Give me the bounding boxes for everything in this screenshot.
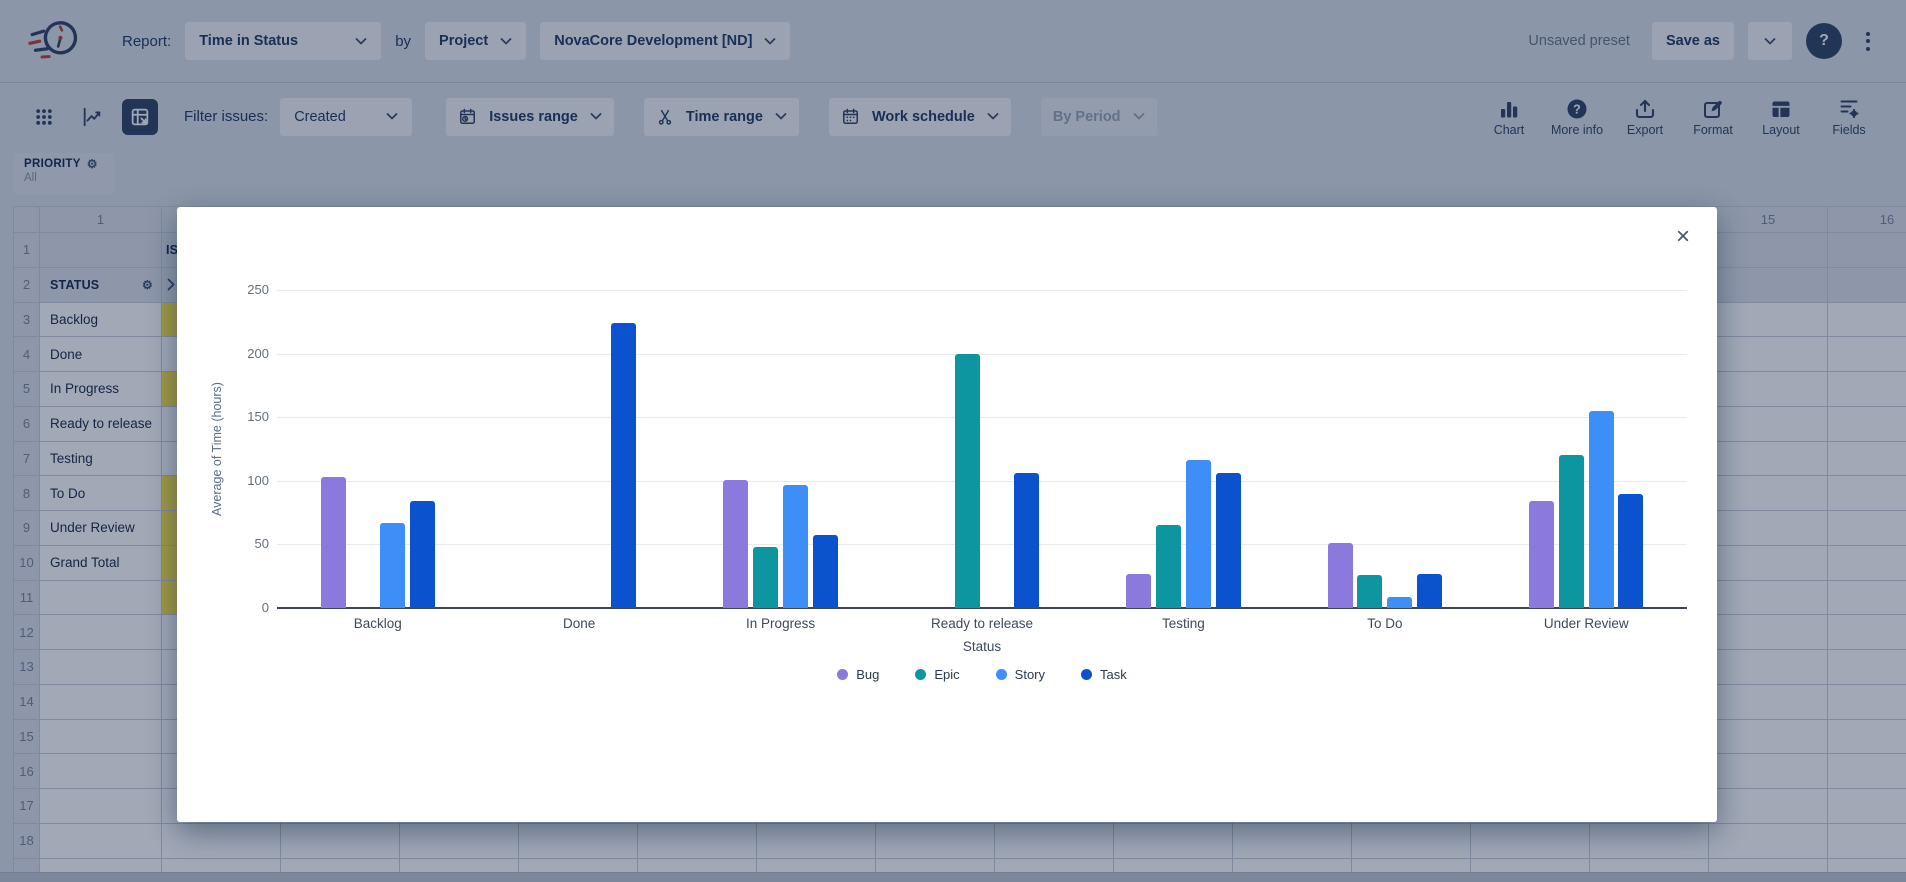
y-axis-title: Average of Time (hours) (210, 309, 226, 589)
chart-bar[interactable] (1357, 575, 1382, 608)
chart-gridline (277, 481, 1687, 482)
chart-bar[interactable] (1618, 494, 1643, 608)
legend-item[interactable]: Epic (915, 667, 959, 682)
y-tick-label: 50 (229, 536, 269, 551)
chart-bar[interactable] (1417, 574, 1442, 608)
legend-swatch (915, 669, 926, 680)
app-window: Report: Time in Status by Project NovaCo… (0, 0, 1906, 882)
chart-bar[interactable] (1156, 525, 1181, 608)
chart-area: 0 50 100 150 200 250 Backlog Done In Progress Rea… (177, 207, 1717, 822)
chart-bar[interactable] (1126, 574, 1151, 608)
chart-gridline (277, 290, 1687, 291)
legend-label: Story (1015, 667, 1045, 682)
chart-bar[interactable] (1387, 597, 1412, 608)
chart-bar[interactable] (753, 547, 778, 608)
category-label: Under Review (1496, 616, 1676, 631)
legend-item[interactable]: Bug (837, 667, 879, 682)
chart-bar[interactable] (1186, 460, 1211, 608)
y-tick-label: 100 (229, 473, 269, 488)
chart-bar[interactable] (410, 501, 435, 608)
category-label: Done (489, 616, 669, 631)
legend-label: Task (1100, 667, 1127, 682)
chart-legend: Bug Epic Story Task (277, 667, 1687, 682)
y-tick-label: 200 (229, 346, 269, 361)
chart-bar[interactable] (321, 477, 346, 608)
chart-bar[interactable] (1014, 473, 1039, 608)
chart-gridline (277, 544, 1687, 545)
chart-bar[interactable] (813, 535, 838, 608)
chart-bar[interactable] (955, 354, 980, 608)
x-axis-title: Status (277, 639, 1687, 654)
y-tick-label: 150 (229, 409, 269, 424)
category-label: Backlog (288, 616, 468, 631)
y-tick-label: 0 (229, 600, 269, 615)
legend-item[interactable]: Story (996, 667, 1045, 682)
chart-gridline (277, 354, 1687, 355)
chart-bar[interactable] (1589, 411, 1614, 608)
chart-bar[interactable] (1529, 501, 1554, 608)
legend-item[interactable]: Task (1081, 667, 1127, 682)
chart-gridline (277, 417, 1687, 418)
legend-swatch (1081, 669, 1092, 680)
legend-swatch (996, 669, 1007, 680)
legend-label: Epic (934, 667, 959, 682)
x-axis-line (277, 607, 1687, 609)
category-label: To Do (1295, 616, 1475, 631)
chart-bar[interactable] (783, 485, 808, 608)
chart-bar[interactable] (1328, 543, 1353, 608)
chart-bar[interactable] (611, 323, 636, 608)
legend-swatch (837, 669, 848, 680)
chart-bar[interactable] (1216, 473, 1241, 608)
chart-bar[interactable] (723, 480, 748, 608)
chart-bar[interactable] (380, 523, 405, 608)
category-label: Ready to release (892, 616, 1072, 631)
y-tick-label: 250 (229, 282, 269, 297)
category-label: In Progress (691, 616, 871, 631)
chart-modal: × 050100150200250BacklogDoneIn ProgressR… (177, 207, 1717, 822)
category-label: Testing (1093, 616, 1273, 631)
legend-label: Bug (856, 667, 879, 682)
chart-bar[interactable] (1559, 455, 1584, 608)
